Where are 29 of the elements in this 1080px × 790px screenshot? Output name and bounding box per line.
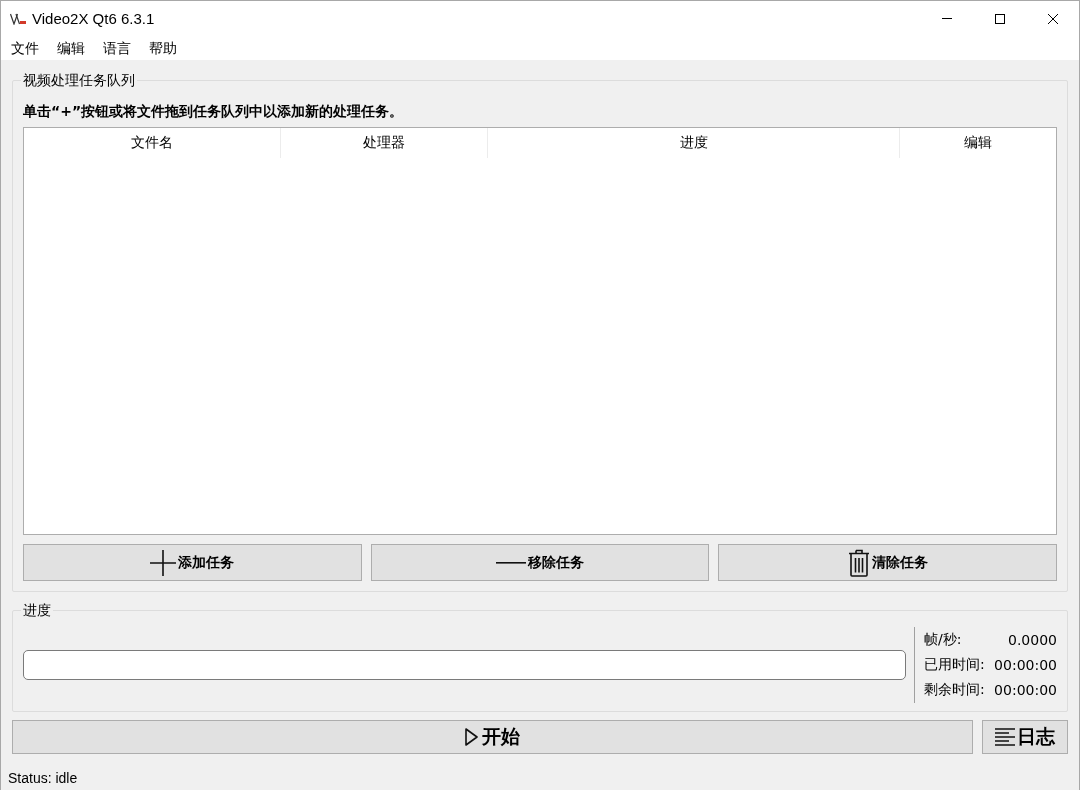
stat-value: 00:00:00 xyxy=(993,656,1057,673)
close-icon xyxy=(1047,13,1058,24)
stat-value: 00:00:00 xyxy=(993,681,1057,698)
trash-icon xyxy=(847,548,870,577)
stat-label: 帧/秒: xyxy=(924,630,963,649)
app-logo-icon xyxy=(10,12,26,25)
stat-label: 已用时间: xyxy=(924,655,985,674)
plus-icon xyxy=(150,549,177,576)
stat-value: 0.0000 xyxy=(1007,631,1057,648)
minimize-icon xyxy=(941,18,952,19)
window-title: Video2X Qt6 6.3.1 xyxy=(32,10,155,27)
play-icon xyxy=(465,728,478,746)
hint-text: 单击“+”按钮或将文件拖到任务队列中以添加新的处理任务。 xyxy=(23,102,405,120)
stat-label: 剩余时间: xyxy=(924,680,985,699)
minus-icon xyxy=(496,561,526,564)
menu-item[interactable]: 文件 xyxy=(2,36,48,60)
maximize-icon xyxy=(994,13,1005,24)
menu-item[interactable]: 语言 xyxy=(94,36,140,60)
list-icon xyxy=(995,728,1015,746)
group-title: 进度 xyxy=(22,601,52,619)
menu-item[interactable]: 帮助 xyxy=(140,36,186,60)
start-button[interactable]: 开始 xyxy=(12,720,973,754)
menu-item[interactable]: 编辑 xyxy=(48,36,94,60)
add-task-button[interactable]: 添加任务 xyxy=(23,544,362,581)
group-title: 视频处理任务队列 xyxy=(22,71,136,89)
remove-task-button[interactable]: 移除任务 xyxy=(370,544,710,581)
clear-tasks-button[interactable]: 清除任务 xyxy=(718,544,1057,581)
status-text: Status: idle xyxy=(8,769,78,786)
log-button[interactable]: 日志 xyxy=(982,720,1068,754)
